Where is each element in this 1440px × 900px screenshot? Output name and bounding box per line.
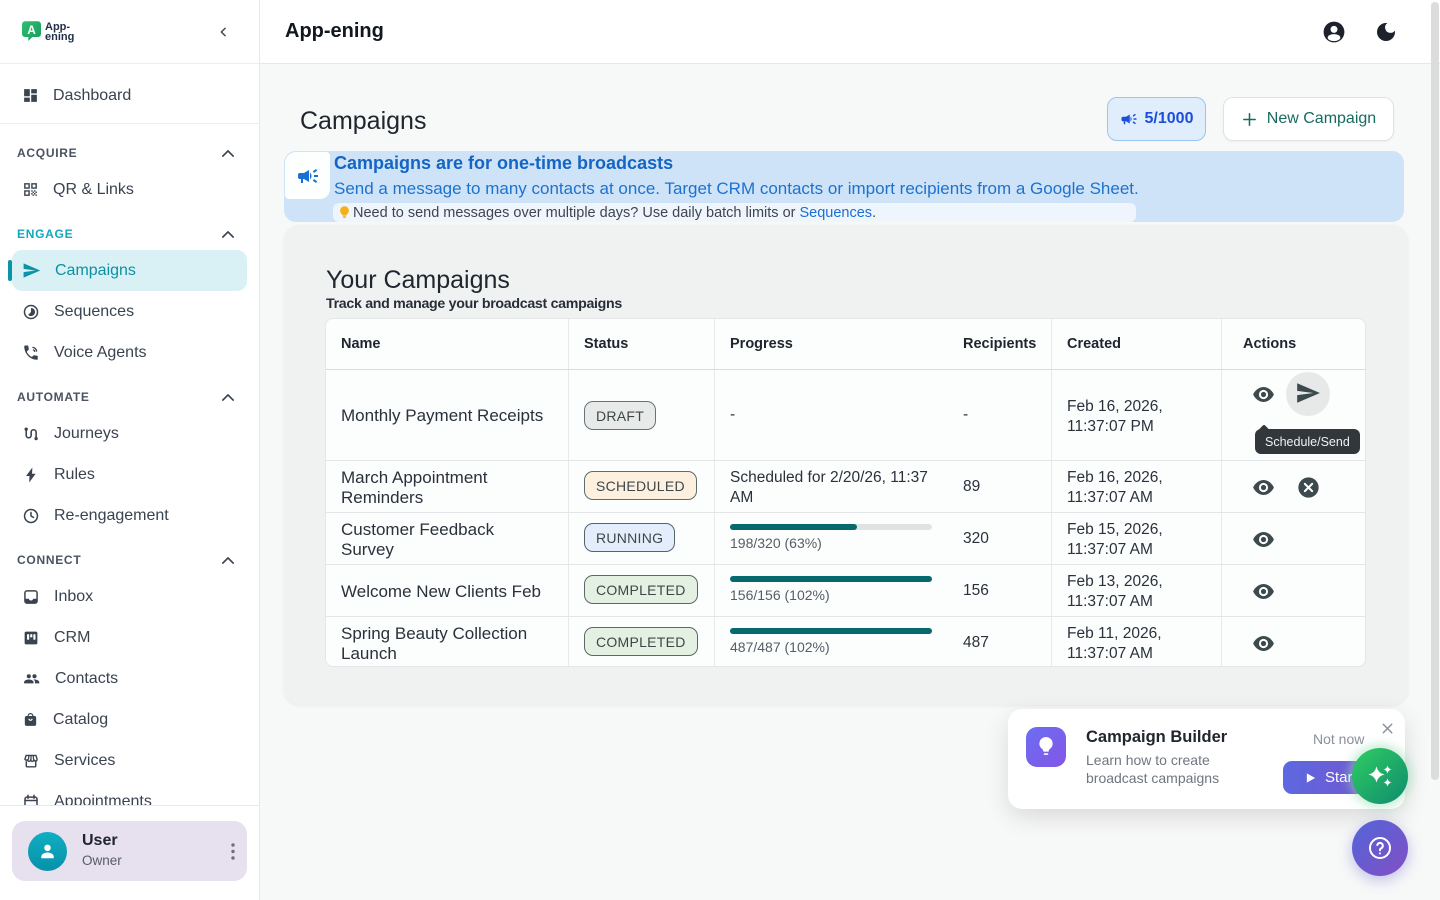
svg-text:A: A <box>27 23 36 37</box>
